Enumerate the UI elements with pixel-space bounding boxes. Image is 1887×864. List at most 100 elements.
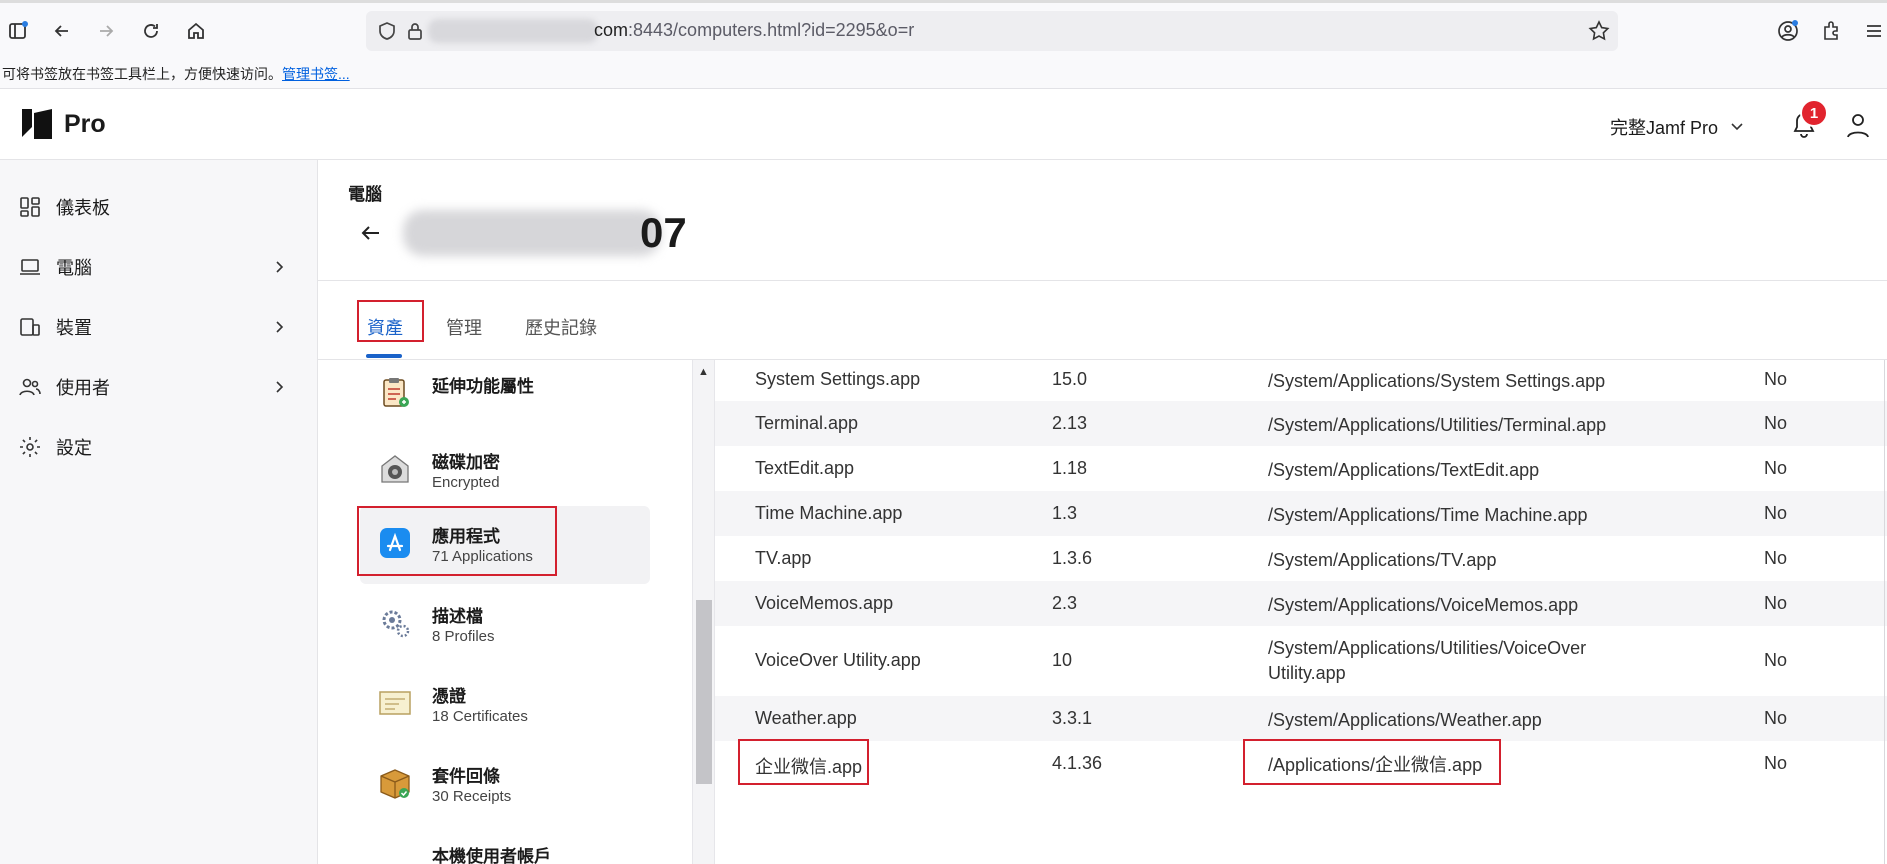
account-icon[interactable] [1772,15,1804,47]
chevron-right-icon [276,261,284,273]
divider [1884,360,1885,864]
reload-icon[interactable] [135,15,167,47]
sidebar-item-users[interactable]: 使用者 [0,362,318,412]
scrollbar-thumb[interactable] [696,600,712,784]
shield-icon[interactable] [377,21,397,41]
category-scrollbar[interactable]: ▲ [692,360,714,864]
lock-icon[interactable] [406,21,424,41]
jamf-logo[interactable]: Pro [20,107,106,141]
app-path: /System/Applications/Time Machine.app [1268,505,1588,525]
chevron-down-icon [1731,123,1743,131]
app-name: Weather.app [755,708,857,728]
app-version: 1.18 [1052,458,1088,478]
table-row: Weather.app 3.3.1 /System/Applications/W… [715,696,1887,741]
sidebar-toggle-icon[interactable] [2,15,34,47]
divider [318,280,1887,281]
category-applications[interactable]: 應用程式 71 Applications [360,506,650,584]
dashboard-icon [20,197,40,217]
app-version: 3.3.1 [1052,708,1093,728]
sidebar-item-devices[interactable]: 裝置 [0,302,318,352]
table-row: System Settings.app 15.0 /System/Applica… [715,360,1887,401]
sidebar-item-label: 電腦 [56,258,92,278]
bookmark-star-icon[interactable] [1588,20,1610,42]
category-certificates[interactable]: 憑證 18 Certificates [360,666,650,744]
scroll-up-arrow-icon[interactable]: ▲ [698,366,709,378]
forward-arrow-icon[interactable] [90,15,122,47]
table-row: Terminal.app 2.13 /System/Applications/U… [715,401,1887,446]
app-path: /System/Applications/TV.app [1268,550,1497,570]
category-subtitle: 30 Receipts [432,788,512,805]
app-flag: No [1764,650,1788,670]
sidebar: 儀表板 電腦 裝置 使用者 設定 [0,160,318,864]
certificate-icon [379,691,411,715]
users-icon [19,378,41,396]
tab-management[interactable]: 管理 [446,314,482,340]
jamf-logo-icon [22,109,52,139]
category-name: 應用程式 [432,527,500,546]
app-path: /System/Applications/Weather.app [1268,710,1542,730]
app-flag: No [1764,593,1788,613]
package-icon [380,769,410,799]
page-title: 07 [640,209,687,256]
breadcrumb[interactable]: 電腦 [348,180,382,205]
sidebar-item-computers[interactable]: 電腦 [0,242,318,292]
app-name: VoiceMemos.app [755,593,894,613]
category-extension-attributes[interactable]: 延伸功能屬性 [360,360,650,434]
category-disk-encryption[interactable]: 磁碟加密 Encrypted [360,432,650,510]
app-version: 2.3 [1052,593,1078,613]
category-subtitle: 8 Profiles [432,628,495,645]
filevault-icon [381,455,409,483]
app-path: /Applications/企业微信.app [1268,755,1483,775]
home-icon[interactable] [180,15,212,47]
tab-history[interactable]: 歷史記錄 [525,314,597,340]
app-version: 2.13 [1052,413,1088,433]
app-name: Terminal.app [755,413,859,433]
category-name: 磁碟加密 [432,453,500,472]
sidebar-item-dashboard[interactable]: 儀表板 [0,182,318,232]
category-local-user-accounts[interactable]: 本機使用者帳戶 [360,826,650,864]
category-name: 描述檔 [432,607,483,626]
category-profiles[interactable]: 描述檔 8 Profiles [360,586,650,664]
category-subtitle: 18 Certificates [432,708,528,725]
back-arrow-icon[interactable] [46,15,78,47]
manage-bookmarks-link[interactable]: 管理书签... [282,66,350,82]
tab-inventory[interactable]: 資產 [367,314,403,340]
app-version: 1.3.6 [1052,548,1093,568]
user-account-icon [378,846,412,864]
app-name: VoiceOver Utility.app [755,650,921,670]
title-redacted [403,210,661,256]
app-header: Pro 完整Jamf Pro 1 [0,89,1887,160]
sidebar-item-label: 設定 [56,438,92,458]
table-row: VoiceOver Utility.app 10 /System/Applica… [715,626,1887,696]
sidebar-item-settings[interactable]: 設定 [0,422,318,472]
clipboard-icon [383,378,409,407]
app-flag: No [1764,369,1788,389]
extensions-icon[interactable] [1816,15,1848,47]
app-name: 企业微信.app [755,757,863,777]
user-icon[interactable] [1843,110,1873,140]
back-button[interactable] [358,220,384,246]
app-flag: No [1764,458,1788,478]
category-package-receipts[interactable]: 套件回條 30 Receipts [360,746,650,824]
table-row: Time Machine.app 1.3 /System/Application… [715,491,1887,536]
inventory-category-list: 延伸功能屬性 磁碟加密 Encrypted 應用程式 71 Applicatio… [318,360,714,864]
app-name: System Settings.app [755,369,921,389]
category-subtitle: Encrypted [432,474,500,491]
url-redacted [428,19,598,43]
gears-icon [382,610,410,638]
app-version: 10 [1052,650,1073,670]
org-selector[interactable]: 完整Jamf Pro [1610,114,1744,140]
sidebar-item-label: 儀表板 [56,198,110,218]
devices-icon [20,318,40,336]
logo-text: Pro [64,109,106,138]
app-name: Time Machine.app [755,503,903,523]
url-text[interactable]: com:8443/computers.html?id=2295&o=r [594,20,914,41]
app-version: 15.0 [1052,369,1088,389]
url-bar[interactable]: com:8443/computers.html?id=2295&o=r [366,11,1618,51]
url-host: com [594,20,629,40]
menu-icon[interactable] [1858,15,1887,47]
category-name: 延伸功能屬性 [432,377,534,396]
browser-toolbar: com:8443/computers.html?id=2295&o=r [0,0,1887,57]
notification-badge[interactable]: 1 [1800,99,1828,127]
category-name: 憑證 [432,687,466,706]
